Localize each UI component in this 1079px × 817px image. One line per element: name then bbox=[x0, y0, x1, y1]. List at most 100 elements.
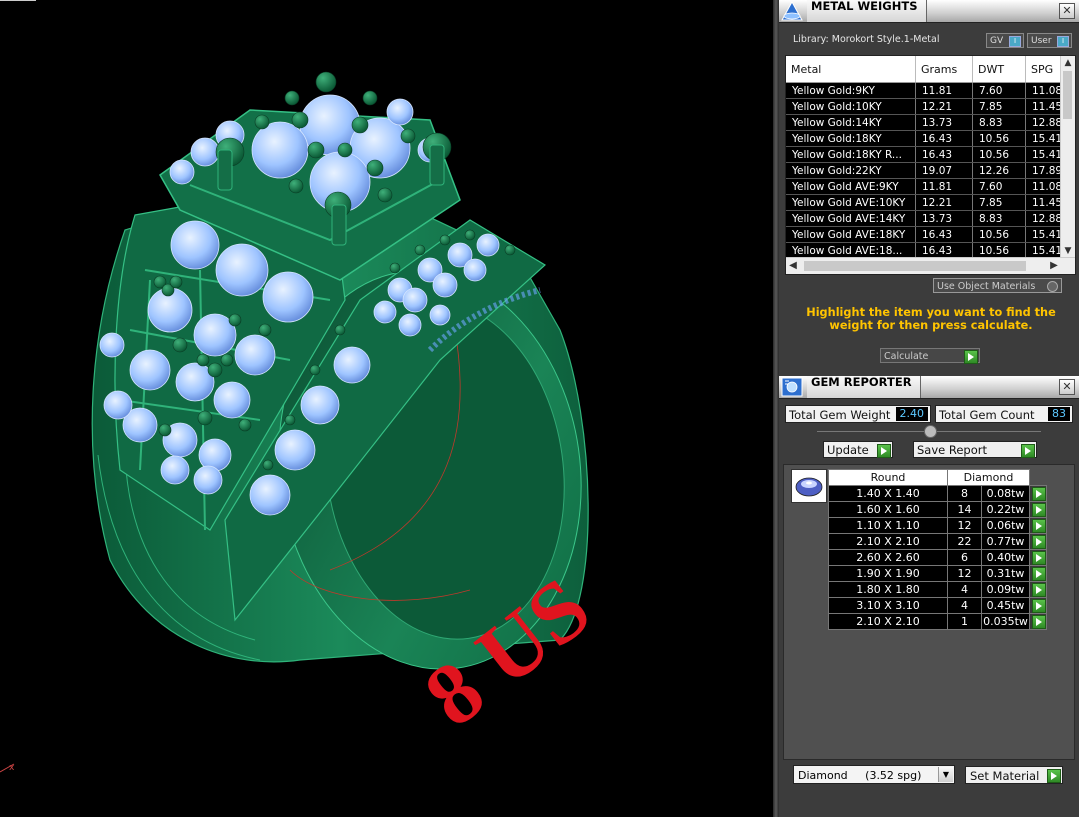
total-gem-weight-value: 2.40 bbox=[895, 407, 928, 421]
update-label: Update bbox=[827, 443, 869, 457]
table-row[interactable]: Yellow Gold AVE:18KY 16.43 10.56 15.41 bbox=[786, 226, 1073, 243]
table-row[interactable]: Yellow Gold:18KY R... 16.43 10.56 15.41 bbox=[786, 146, 1073, 163]
gem-count: 22 bbox=[947, 533, 982, 550]
gem-select-cell[interactable] bbox=[1029, 533, 1047, 550]
play-icon[interactable] bbox=[1032, 615, 1046, 629]
play-icon[interactable] bbox=[1032, 535, 1046, 549]
play-icon[interactable] bbox=[1032, 487, 1046, 501]
gem-row[interactable]: 2.10 X 2.10 22 0.77tw bbox=[828, 533, 1047, 550]
save-report-button[interactable]: Save Report bbox=[913, 441, 1037, 458]
table-row[interactable]: Yellow Gold:22KY 19.07 12.26 17.89 bbox=[786, 162, 1073, 179]
gv-toggle[interactable]: GV I bbox=[986, 33, 1024, 48]
user-toggle[interactable]: User I bbox=[1027, 33, 1072, 48]
svg-text:x: x bbox=[9, 763, 15, 773]
grams-cell: 16.43 bbox=[915, 226, 973, 243]
play-icon bbox=[964, 350, 978, 364]
gem-select-cell[interactable] bbox=[1029, 549, 1047, 566]
header-spacer bbox=[1029, 469, 1047, 486]
gem-row[interactable]: 2.60 X 2.60 6 0.40tw bbox=[828, 549, 1047, 566]
gem-select-cell[interactable] bbox=[1029, 581, 1047, 598]
table-row[interactable]: Yellow Gold AVE:9KY 11.81 7.60 11.08 bbox=[786, 178, 1073, 195]
set-material-button[interactable]: Set Material bbox=[965, 766, 1063, 784]
gem-weight: 0.035tw bbox=[981, 613, 1030, 630]
metal-weights-table[interactable]: Metal Grams DWT SPG Yellow Gold:9KY 11.81… bbox=[785, 55, 1076, 275]
3d-viewport[interactable]: x 8 US bbox=[0, 0, 773, 817]
scroll-up-icon[interactable]: ▲ bbox=[1061, 56, 1075, 70]
gem-select-cell[interactable] bbox=[1029, 485, 1047, 502]
table-row[interactable]: Yellow Gold:14KY 13.73 8.83 12.88 bbox=[786, 114, 1073, 131]
gem-weight: 0.08tw bbox=[981, 485, 1030, 502]
grams-cell: 16.43 bbox=[915, 146, 973, 163]
table-row[interactable]: Yellow Gold:9KY 11.81 7.60 11.08 bbox=[786, 82, 1073, 99]
play-icon[interactable] bbox=[1032, 503, 1046, 517]
gem-select-cell[interactable] bbox=[1029, 517, 1047, 534]
metal-cell: Yellow Gold:14KY bbox=[786, 114, 916, 131]
radio-icon[interactable] bbox=[1047, 281, 1058, 292]
dwt-cell: 7.60 bbox=[972, 82, 1026, 99]
calculate-hint: Highlight the item you want to find the … bbox=[806, 306, 1056, 332]
user-switch[interactable]: I bbox=[1057, 36, 1069, 47]
total-gem-count-label: Total Gem Count bbox=[939, 408, 1035, 422]
gem-reporter-icon bbox=[781, 377, 803, 397]
gem-weight: 0.45tw bbox=[981, 597, 1030, 614]
gem-row[interactable]: 3.10 X 3.10 4 0.45tw bbox=[828, 597, 1047, 614]
dwt-cell: 8.83 bbox=[972, 210, 1026, 227]
table-row[interactable]: Yellow Gold:18KY 16.43 10.56 15.41 bbox=[786, 130, 1073, 147]
metal-cell: Yellow Gold AVE:9KY bbox=[786, 178, 916, 195]
gem-row[interactable]: 1.40 X 1.40 8 0.08tw bbox=[828, 485, 1047, 502]
close-icon[interactable]: ✕ bbox=[1059, 3, 1075, 19]
gem-count: 14 bbox=[947, 501, 982, 518]
gem-list[interactable]: Round Diamond 1.40 X 1.40 8 0.08tw 1.60 X … bbox=[783, 464, 1075, 760]
dwt-cell: 7.85 bbox=[972, 194, 1026, 211]
gv-switch[interactable]: I bbox=[1009, 36, 1021, 47]
play-icon[interactable] bbox=[1032, 519, 1046, 533]
column-header-metal[interactable]: Metal bbox=[786, 56, 916, 83]
play-icon[interactable] bbox=[1032, 551, 1046, 565]
use-object-materials-toggle[interactable]: Use Object Materials bbox=[933, 278, 1062, 293]
gem-select-cell[interactable] bbox=[1029, 613, 1047, 630]
table-row[interactable]: Yellow Gold AVE:14KY 13.73 8.83 12.88 bbox=[786, 210, 1073, 227]
library-label: Library: Morokort Style.1-Metal bbox=[793, 34, 940, 45]
calculate-button[interactable]: Calculate bbox=[880, 348, 980, 364]
gem-size: 2.60 X 2.60 bbox=[828, 549, 948, 566]
gem-row[interactable]: 1.10 X 1.10 12 0.06tw bbox=[828, 517, 1047, 534]
gem-row[interactable]: 1.60 X 1.60 14 0.22tw bbox=[828, 501, 1047, 518]
table-row[interactable]: Yellow Gold AVE:10KY 12.21 7.85 11.45 bbox=[786, 194, 1073, 211]
play-icon[interactable] bbox=[1032, 567, 1046, 581]
gem-size: 1.10 X 1.10 bbox=[828, 517, 948, 534]
update-button[interactable]: Update bbox=[823, 441, 893, 458]
chevron-down-icon[interactable]: ▼ bbox=[938, 767, 953, 782]
column-header-grams[interactable]: Grams bbox=[915, 56, 973, 83]
play-icon[interactable] bbox=[1032, 583, 1046, 597]
gem-count: 4 bbox=[947, 597, 982, 614]
scroll-left-icon[interactable]: ◀ bbox=[786, 258, 800, 274]
scroll-right-icon[interactable]: ▶ bbox=[1047, 258, 1061, 274]
grams-cell: 19.07 bbox=[915, 162, 973, 179]
scroll-thumb[interactable] bbox=[804, 261, 1026, 271]
scroll-thumb[interactable] bbox=[1063, 71, 1072, 119]
horizontal-scrollbar[interactable]: ◀ ▶ bbox=[786, 257, 1075, 274]
play-icon bbox=[1021, 444, 1035, 458]
gem-select-cell[interactable] bbox=[1029, 597, 1047, 614]
gem-select-cell[interactable] bbox=[1029, 565, 1047, 582]
table-row[interactable]: Yellow Gold:10KY 12.21 7.85 11.45 bbox=[786, 98, 1073, 115]
gem-row[interactable]: 1.90 X 1.90 12 0.31tw bbox=[828, 565, 1047, 582]
gem-select-cell[interactable] bbox=[1029, 501, 1047, 518]
gem-weight: 0.06tw bbox=[981, 517, 1030, 534]
gem-row[interactable]: 2.10 X 2.10 1 0.035tw bbox=[828, 613, 1047, 630]
gem-weight: 0.22tw bbox=[981, 501, 1030, 518]
grams-cell: 11.81 bbox=[915, 178, 973, 195]
side-panel: METAL WEIGHTS ✕ Library: Morokort Style.… bbox=[779, 0, 1079, 817]
grams-cell: 13.73 bbox=[915, 114, 973, 131]
material-select[interactable]: Diamond (3.52 spg) ▼ bbox=[793, 765, 955, 784]
close-icon[interactable]: ✕ bbox=[1059, 379, 1075, 395]
play-icon[interactable] bbox=[1032, 599, 1046, 613]
scroll-down-icon[interactable]: ▼ bbox=[1061, 244, 1075, 258]
gem-weight: 0.77tw bbox=[981, 533, 1030, 550]
calculate-label: Calculate bbox=[884, 351, 929, 362]
total-gem-weight-label: Total Gem Weight bbox=[789, 408, 891, 422]
gem-slider-knob[interactable] bbox=[924, 425, 937, 438]
column-header-dwt[interactable]: DWT bbox=[972, 56, 1026, 83]
vertical-scrollbar[interactable]: ▲ ▼ bbox=[1060, 56, 1075, 258]
gem-row[interactable]: 1.80 X 1.80 4 0.09tw bbox=[828, 581, 1047, 598]
